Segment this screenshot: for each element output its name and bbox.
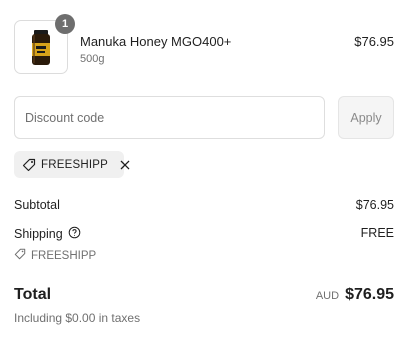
close-icon[interactable] bbox=[119, 159, 131, 171]
line-item: 1 Manuka Honey MGO400+ 500g $76.95 bbox=[14, 14, 394, 76]
product-name: Manuka Honey MGO400+ bbox=[80, 34, 232, 49]
currency-code: AUD bbox=[315, 290, 340, 302]
discount-code-label: FREESHIPP bbox=[41, 158, 108, 171]
applied-code-label: FREESHIPP bbox=[31, 249, 97, 262]
total-row: Total AUD $76.95 bbox=[14, 286, 394, 308]
subtotal-row: Subtotal $76.95 bbox=[14, 198, 394, 212]
help-circle-icon[interactable] bbox=[68, 226, 81, 242]
shipping-discount-note: FREESHIPP bbox=[14, 248, 96, 263]
taxes-note: Including $0.00 in taxes bbox=[14, 311, 141, 325]
discount-form: Apply bbox=[14, 96, 394, 140]
product-price: $76.95 bbox=[354, 34, 394, 49]
total-value-group: AUD $76.95 bbox=[316, 286, 394, 304]
tag-icon bbox=[22, 158, 36, 172]
shipping-label: Shipping bbox=[14, 227, 63, 241]
discount-code-input[interactable] bbox=[14, 96, 325, 139]
quantity-badge: 1 bbox=[55, 14, 75, 34]
tag-icon bbox=[14, 248, 26, 263]
total-label: Total bbox=[14, 286, 52, 303]
applied-discount-tag: FREESHIPP bbox=[14, 151, 130, 178]
shipping-value: FREE bbox=[360, 226, 394, 240]
subtotal-value: $76.95 bbox=[355, 198, 394, 212]
apply-discount-button[interactable]: Apply bbox=[338, 96, 394, 139]
total-amount: $76.95 bbox=[345, 286, 394, 303]
shipping-row: Shipping FREE bbox=[14, 226, 394, 242]
product-variant: 500g bbox=[80, 53, 105, 65]
subtotal-label: Subtotal bbox=[14, 198, 60, 212]
